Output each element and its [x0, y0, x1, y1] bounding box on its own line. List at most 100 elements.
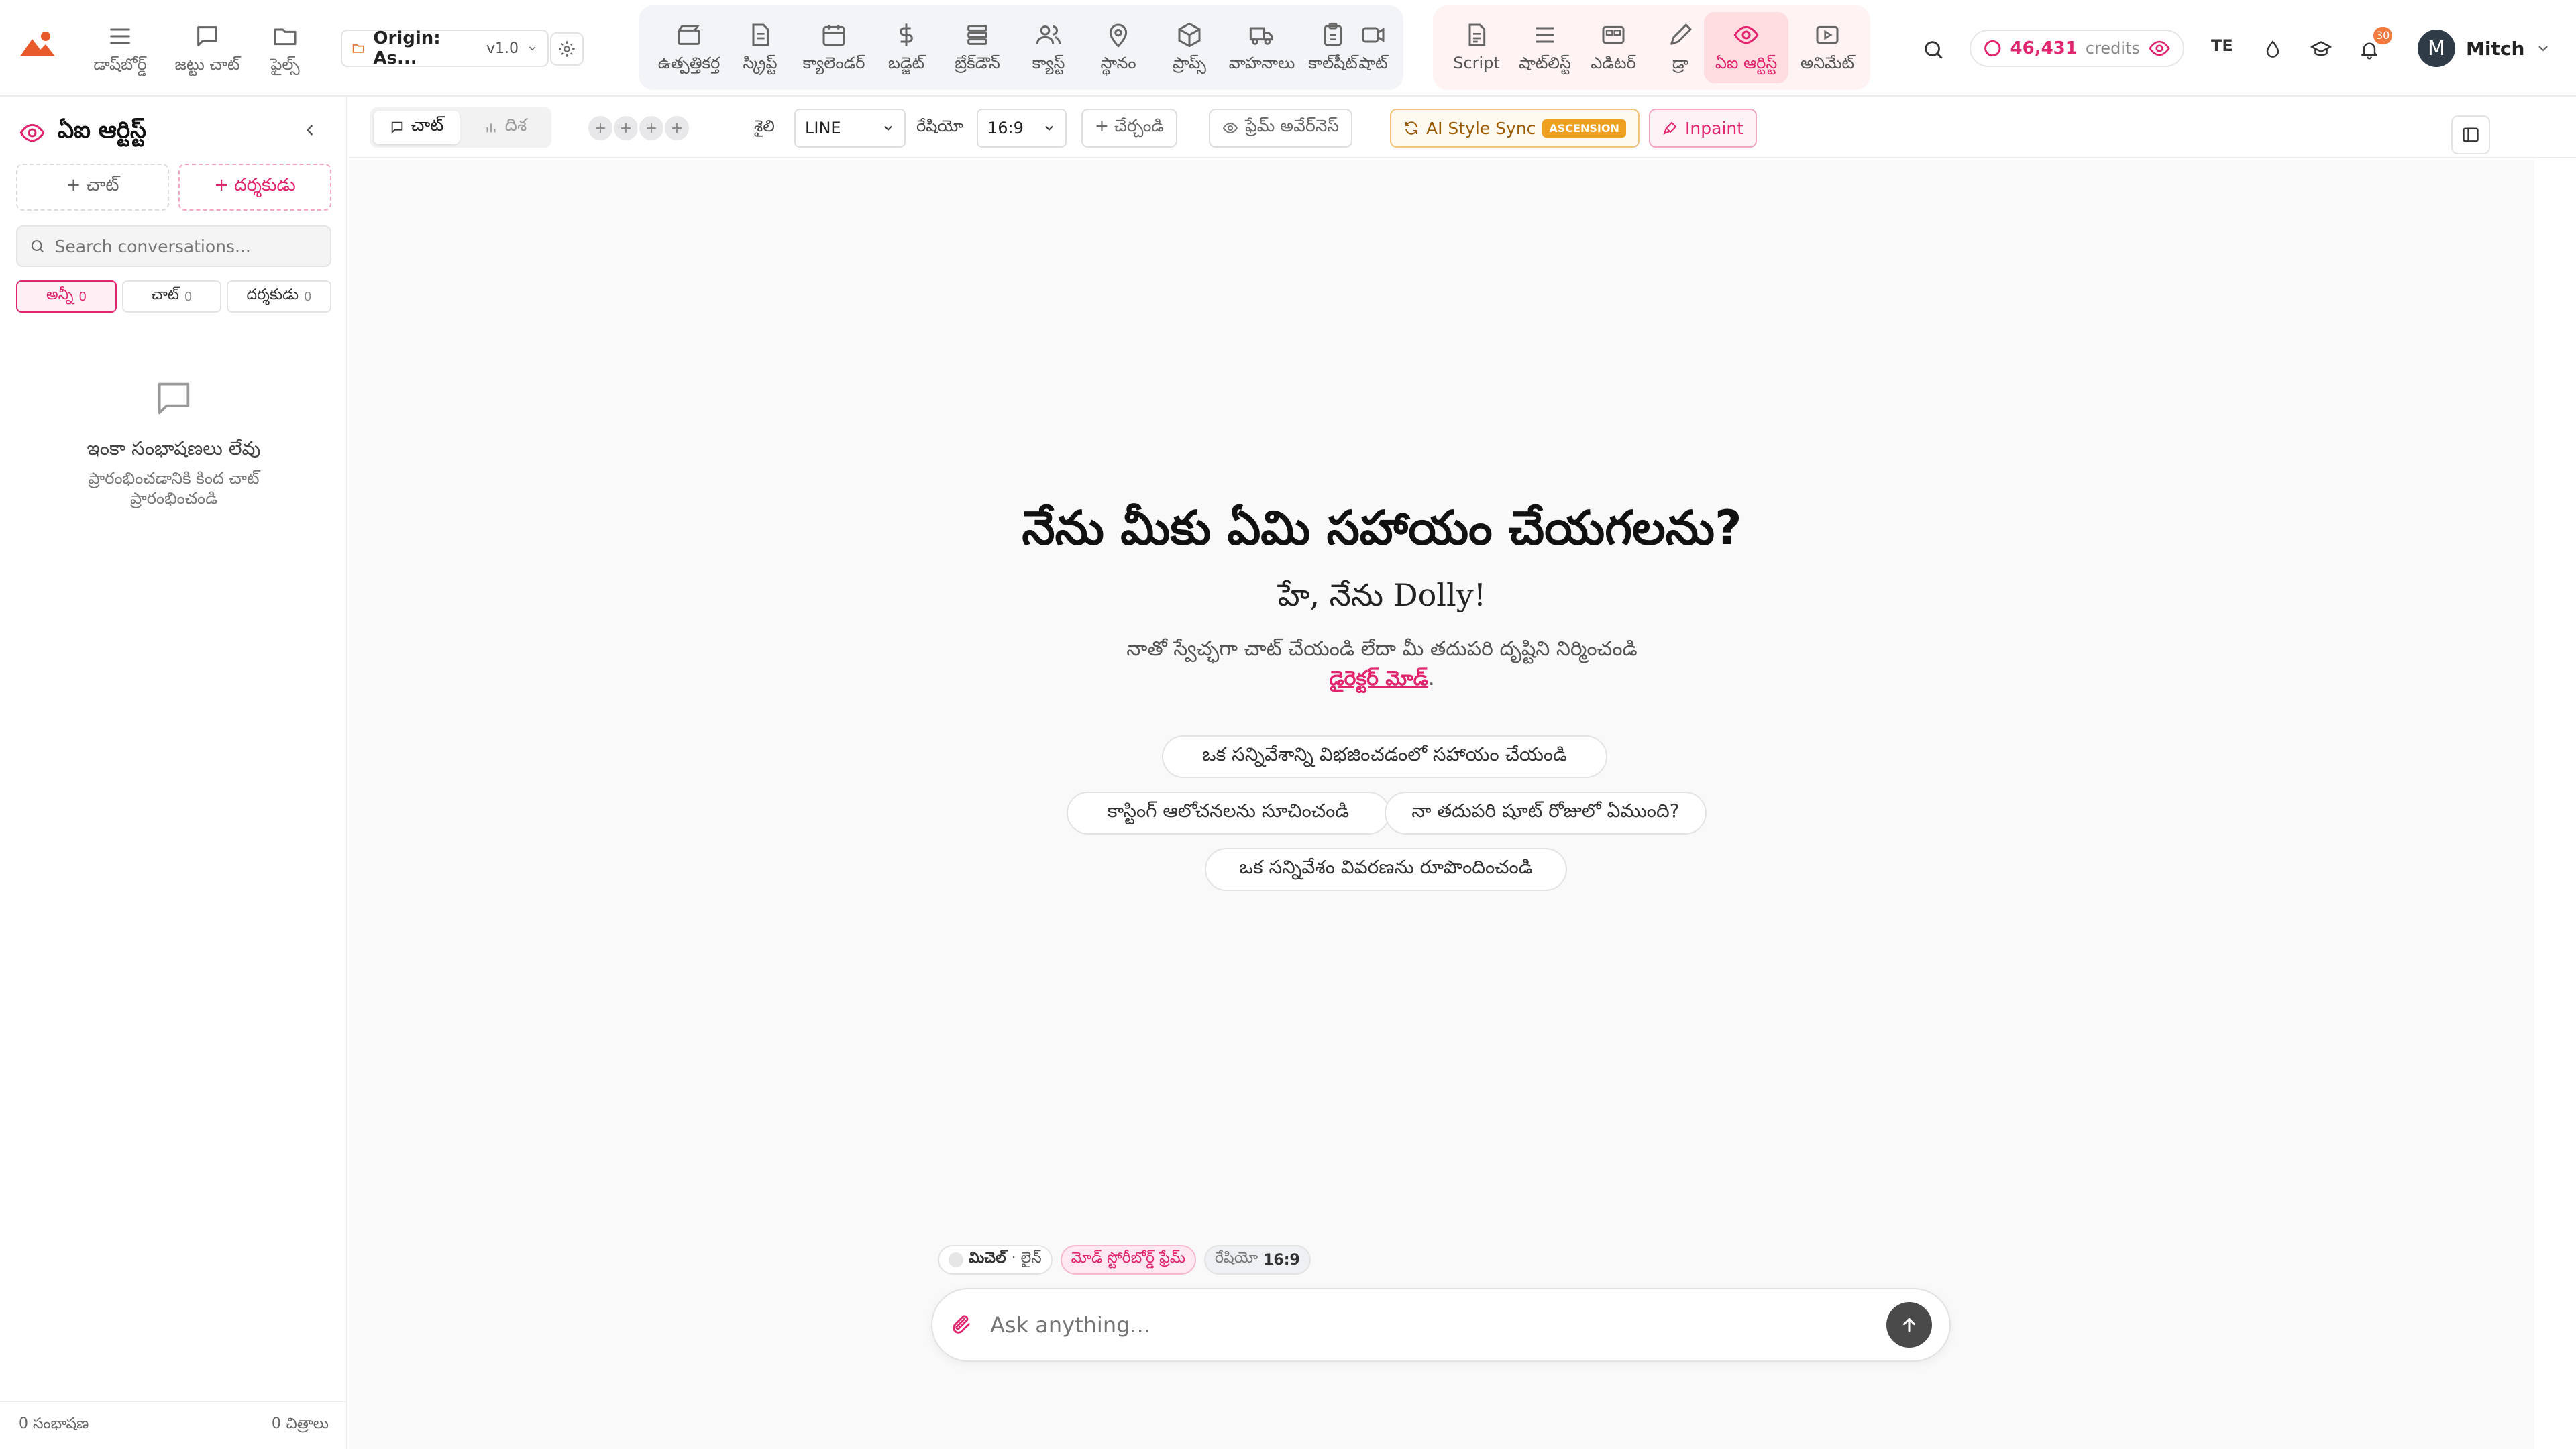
add-character-slot[interactable]: + [586, 114, 614, 142]
frame-awareness-toggle[interactable]: ఫ్రేమ్ అవేర్‌నెస్ [1209, 109, 1352, 148]
project-selector[interactable]: Origin: As... v1.0 [341, 28, 549, 68]
send-button[interactable] [1886, 1302, 1932, 1348]
mode-toggle: చాట్ దిశ [370, 107, 551, 148]
project-name: Origin: As... [373, 28, 441, 68]
add-character-slot[interactable]: + [637, 114, 665, 142]
suggestion-chip[interactable]: కాస్టింగ్ ఆలోచనలను సూచించండి [1067, 792, 1390, 835]
user-menu[interactable]: M Mitch [2418, 28, 2551, 68]
tool-editor[interactable]: ఎడిటర్ [1576, 12, 1650, 83]
chat-bubble-icon [158, 382, 190, 415]
tool-animate[interactable]: అనిమేట్ [1788, 12, 1866, 83]
director-mode-link[interactable]: డైరెక్టర్ మోడ్ [1329, 667, 1428, 690]
tool-props-label: ప్రాప్స్ [1173, 54, 1206, 72]
credits-eye-icon[interactable] [2148, 37, 2171, 60]
tool-producer-label: ఉత్పత్తికర్త [657, 54, 720, 72]
notifications-button[interactable]: 30 [2351, 27, 2393, 68]
style-select[interactable]: LINE [794, 109, 906, 148]
toggle-panel-button[interactable] [2451, 115, 2490, 154]
attach-button[interactable] [950, 1313, 973, 1336]
collapse-sidebar-button[interactable] [301, 121, 319, 140]
ascension-badge: ASCENSION [1542, 119, 1626, 138]
tool-producer[interactable]: ఉత్పత్తికర్త [652, 12, 726, 83]
character-chip[interactable]: మిచెల్ · లైన్ [938, 1245, 1053, 1275]
character-dot [949, 1252, 963, 1267]
credits-display[interactable]: 46,431 credits [1970, 30, 2184, 67]
character-slots: M + + + + [586, 114, 966, 302]
ratio-chip[interactable]: రేషియో 16:9 [1204, 1245, 1311, 1275]
theme-drop-button[interactable] [2254, 31, 2292, 68]
chat-main-area: నేను మీకు ఏమి సహాయం చేయగలను? హే, నేను Do… [349, 160, 2534, 1449]
mode-direction-tab[interactable]: దిశ [462, 111, 548, 144]
bar-chart-icon [486, 123, 496, 133]
mode-chip[interactable]: మోడ్ స్టోరీబోర్డ్ ఫ్రేమ్ [1060, 1245, 1197, 1275]
notification-count-badge: 30 [2373, 27, 2393, 44]
nav-team-chat[interactable]: జట్టు చాట్ [170, 23, 244, 79]
language-switcher[interactable]: TE [2211, 36, 2233, 55]
search-icon [31, 240, 44, 253]
message-input[interactable] [990, 1312, 1869, 1338]
tool-script[interactable]: స్క్రిప్ట్ [723, 12, 797, 83]
user-name: Mitch [2466, 37, 2525, 60]
filter-chat[interactable]: చాట్ 0 [122, 280, 221, 313]
tool-breakdown-label: బ్రేక్‌డౌన్ [955, 54, 1000, 72]
arrow-up-icon [1903, 1318, 1915, 1332]
global-search-button[interactable] [1916, 32, 1951, 67]
inpaint-label: Inpaint [1685, 118, 1743, 138]
filter-director[interactable]: దర్శకుడు 0 [227, 280, 331, 313]
message-composer [931, 1288, 1951, 1362]
suggestion-chip[interactable]: ఒక సన్నివేశాన్ని విభజించడంలో సహాయం చేయండ… [1162, 735, 1607, 778]
sidebar-title: ఏఐ ఆర్టిస్ట్ [58, 117, 146, 144]
tool-calendar[interactable]: క్యాలెండర్ [797, 12, 871, 83]
ratio-chip-value: 16:9 [1263, 1251, 1300, 1269]
file-text-icon [1468, 23, 1486, 46]
tool-location[interactable]: స్థానం [1081, 12, 1155, 83]
project-settings-button[interactable] [550, 32, 584, 66]
creative-tools-group: Script షాట్‌లిస్ట్ ఎడిటర్ డ్రా ఏఐ ఆర్టిస… [1433, 5, 1870, 90]
eye-icon [1733, 25, 1759, 44]
production-tools-group: ఉత్పత్తికర్త స్క్రిప్ట్ క్యాలెండర్ బడ్జె… [639, 5, 1403, 90]
search-input[interactable] [54, 236, 318, 256]
tool-ai-artist[interactable]: ఏఐ ఆర్టిస్ట్ [1704, 12, 1788, 83]
tool-breakdown[interactable]: బ్రేక్‌డౌన్ [941, 12, 1014, 83]
welcome-description-end: . [1428, 667, 1435, 690]
ratio-select[interactable]: 16:9 [977, 109, 1067, 148]
add-character-slot[interactable]: + [663, 114, 691, 142]
add-button[interactable]: + చేర్చండి [1081, 109, 1177, 148]
tool-props[interactable]: ప్రాప్స్ [1152, 12, 1226, 83]
character-chip-style: · లైన్ [1011, 1250, 1042, 1267]
layout-icon [1602, 25, 1625, 44]
empty-state-subtitle: ప్రారంభించడానికి కింద చాట్ ప్రారంభించండి [88, 469, 260, 508]
chevron-down-icon [884, 125, 892, 131]
tool-cast[interactable]: క్యాస్ట్ [1012, 12, 1085, 83]
credits-value: 46,431 [2010, 38, 2078, 58]
list-icon [1536, 27, 1554, 43]
add-character-slot[interactable]: + [612, 114, 640, 142]
suggestion-chip[interactable]: ఒక సన్నివేశం వివరణను రూపొందించండి [1205, 848, 1567, 891]
nav-dashboard[interactable]: డాష్‌బోర్డ్ [83, 23, 157, 79]
tool-shotlist-label: షాట్‌లిస్ట్ [1519, 54, 1571, 72]
new-chat-button[interactable]: + చాట్ [16, 164, 169, 211]
tool-budget[interactable]: బడ్జెట్ [869, 12, 943, 83]
new-director-button[interactable]: + దర్శకుడు [178, 164, 331, 211]
nav-files[interactable]: ఫైల్స్ [248, 23, 322, 79]
app-logo-icon[interactable] [19, 30, 56, 59]
learn-button[interactable] [2302, 31, 2340, 68]
ai-style-sync-button[interactable]: AI Style Sync ASCENSION [1390, 109, 1640, 148]
sidebar-footer: 0 సంభాషణ 0 చిత్రాలు [0, 1401, 347, 1449]
tool-script-editor[interactable]: Script [1440, 12, 1513, 83]
character-chip-name: మిచెల్ [969, 1250, 1006, 1267]
nav-files-label: ఫైల్స్ [270, 55, 300, 74]
tool-vehicles-label: వాహనాలు [1228, 54, 1295, 72]
mode-chat-tab[interactable]: చాట్ [374, 111, 460, 144]
filter-all-label: అన్నీ [46, 286, 74, 303]
conversation-sidebar: ఏఐ ఆర్టిస్ట్ + చాట్ + దర్శకుడు అన్నీ 0 చ… [0, 97, 347, 1449]
tool-editor-label: ఎడిటర్ [1591, 54, 1636, 72]
folder-icon [352, 44, 364, 53]
inpaint-button[interactable]: Inpaint [1649, 109, 1757, 148]
suggestion-chip[interactable]: నా తదుపరి షూట్ రోజులో ఏముంది? [1385, 792, 1707, 835]
tool-shotlist[interactable]: షాట్‌లిస్ట్ [1508, 12, 1582, 83]
filter-all[interactable]: అన్నీ 0 [16, 280, 117, 313]
tool-shot[interactable]: షాట్ [1350, 12, 1397, 83]
tool-vehicles[interactable]: వాహనాలు [1225, 12, 1299, 83]
clapperboard-icon [678, 25, 700, 45]
